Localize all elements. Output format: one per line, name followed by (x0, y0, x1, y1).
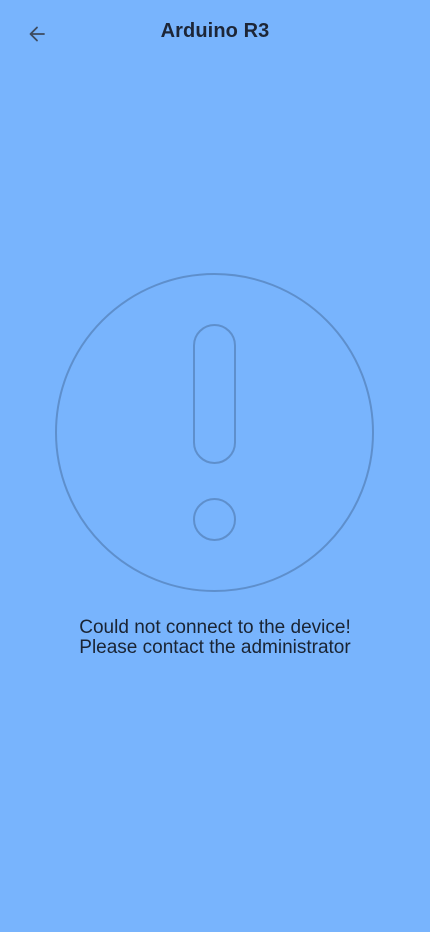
exclamation-circle-icon (54, 272, 375, 593)
app-bar: Arduino R3 (0, 0, 430, 68)
error-message: Could not connect to the device! Please … (0, 618, 430, 658)
error-message-line-1: Could not connect to the device! (79, 617, 351, 638)
error-message-line-2: Please contact the administrator (79, 637, 351, 658)
page-title: Arduino R3 (160, 20, 270, 42)
